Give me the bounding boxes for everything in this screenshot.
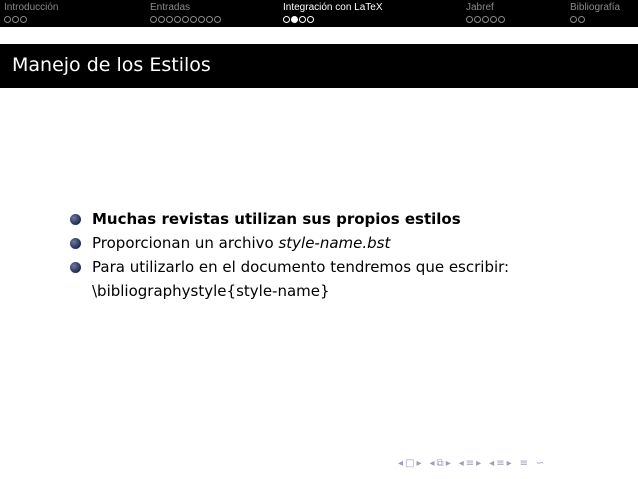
nav-section-title[interactable]: Introducción: [4, 2, 58, 14]
nav-section-title[interactable]: Jabref: [466, 2, 505, 14]
nav-slide-dot[interactable]: [490, 16, 497, 23]
frame-nav-group: ◂ ⧉ ▸: [430, 458, 451, 469]
slide-nav-group: ◂ □ ▸: [398, 458, 422, 469]
bullet-list: Muchas revistas utilizan sus propios est…: [70, 207, 610, 303]
frame-title: Manejo de los Estilos: [12, 54, 211, 76]
nav-section-entradas[interactable]: Entradas: [150, 2, 221, 23]
section-prev-icon[interactable]: ◂: [489, 458, 494, 469]
nav-slide-dot[interactable]: [20, 16, 27, 23]
nav-section-dots: [466, 16, 505, 23]
nav-slide-dot[interactable]: [570, 16, 577, 23]
bullet-icon: [70, 214, 81, 225]
nav-section-integracion[interactable]: Integración con LaTeX: [283, 2, 383, 23]
bullet-icon: [70, 262, 81, 273]
nav-section-dots: [570, 16, 620, 23]
nav-slide-dot[interactable]: [150, 16, 157, 23]
nav-slide-dot[interactable]: [283, 16, 290, 23]
nav-section-title[interactable]: Bibliografía: [570, 2, 620, 14]
frame-icon[interactable]: ⧉: [437, 458, 444, 469]
subsection-nav-group: ◂ ≡ ▸: [459, 458, 481, 469]
section-next-icon[interactable]: ▸: [507, 458, 512, 469]
nav-section-dots: [4, 16, 58, 23]
nav-section-jabref[interactable]: Jabref: [466, 2, 505, 23]
subsection-prev-icon[interactable]: ◂: [459, 458, 464, 469]
section-icon[interactable]: ≡: [496, 458, 504, 469]
frame-next-icon[interactable]: ▸: [446, 458, 451, 469]
bullet-icon: [70, 238, 81, 249]
bullet-text: Muchas revistas utilizan sus propios est…: [92, 210, 461, 228]
nav-section-dots: [283, 16, 383, 23]
nav-slide-dot[interactable]: [214, 16, 221, 23]
search-icon[interactable]: ∽: [536, 458, 544, 469]
nav-slide-dot[interactable]: [198, 16, 205, 23]
command-text: \bibliographystyle{style-name}: [92, 282, 330, 300]
list-item: Para utilizarlo en el documento tendremo…: [70, 255, 610, 303]
frame-prev-icon[interactable]: ◂: [430, 458, 435, 469]
nav-slide-dot[interactable]: [4, 16, 11, 23]
nav-slide-dot[interactable]: [482, 16, 489, 23]
nav-section-title[interactable]: Entradas: [150, 2, 221, 14]
subsection-next-icon[interactable]: ▸: [476, 458, 481, 469]
slide-prev-icon[interactable]: ◂: [398, 458, 403, 469]
nav-slide-dot[interactable]: [578, 16, 585, 23]
nav-slide-dot[interactable]: [299, 16, 306, 23]
nav-slide-dot[interactable]: [158, 16, 165, 23]
subsection-icon[interactable]: ≡: [466, 458, 474, 469]
slide-next-icon[interactable]: ▸: [416, 458, 421, 469]
nav-slide-dot[interactable]: [12, 16, 19, 23]
slide-icon[interactable]: □: [405, 458, 414, 469]
nav-slide-dot[interactable]: [466, 16, 473, 23]
nav-slide-dot[interactable]: [190, 16, 197, 23]
list-item: Proporcionan un archivo style-name.bst: [70, 231, 610, 255]
nav-section-introduccion[interactable]: Introducción: [4, 2, 58, 23]
bullet-text: Proporcionan un archivo: [92, 234, 279, 252]
nav-slide-dot[interactable]: [474, 16, 481, 23]
nav-section-title[interactable]: Integración con LaTeX: [283, 2, 383, 14]
beamer-navigation-controls: ◂ □ ▸ ◂ ⧉ ▸ ◂ ≡ ▸ ◂ ≡ ▸ ≡ ∽: [398, 458, 544, 469]
nav-section-dots: [150, 16, 221, 23]
nav-slide-dot[interactable]: [307, 16, 314, 23]
section-nav-group: ◂ ≡ ▸: [489, 458, 511, 469]
nav-slide-dot[interactable]: [182, 16, 189, 23]
frame-title-bar: Manejo de los Estilos: [0, 44, 638, 88]
nav-slide-dot[interactable]: [498, 16, 505, 23]
section-navigation-bar: Introducción Entradas Integración con La…: [0, 0, 638, 27]
filename-text: style-name.bst: [278, 234, 391, 252]
bullet-text: Para utilizarlo en el documento tendremo…: [92, 258, 510, 276]
align-group: ≡: [520, 458, 528, 469]
nav-slide-dot[interactable]: [174, 16, 181, 23]
nav-slide-dot[interactable]: [291, 16, 298, 23]
list-item: Muchas revistas utilizan sus propios est…: [70, 207, 610, 231]
align-icon[interactable]: ≡: [520, 458, 528, 469]
nav-section-bibliografia[interactable]: Bibliografía: [570, 2, 620, 23]
nav-slide-dot[interactable]: [166, 16, 173, 23]
nav-slide-dot[interactable]: [206, 16, 213, 23]
